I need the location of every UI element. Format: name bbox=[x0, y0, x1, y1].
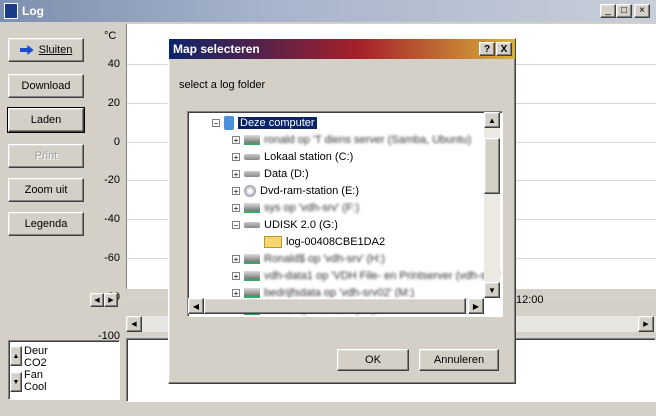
cancel-button-label: Annuleren bbox=[433, 354, 485, 366]
y-tick-label: 40 bbox=[107, 58, 120, 70]
window-title: Log bbox=[22, 4, 44, 18]
minimize-button[interactable]: _ bbox=[600, 4, 616, 18]
close-button-label: Sluiten bbox=[38, 44, 73, 56]
tree-item-label: UDISK 2.0 (G:) bbox=[264, 218, 338, 231]
close-button[interactable]: Sluiten bbox=[8, 38, 84, 62]
tree-item[interactable]: + Dvd-ram-station (E:) bbox=[232, 182, 359, 199]
tree-hscroll-thumb[interactable] bbox=[204, 298, 466, 314]
y-tick-label: -20 bbox=[104, 174, 120, 187]
tree-item-label: ronald op 'T diens server (Samba, Ubuntu… bbox=[264, 133, 472, 146]
drive-icon bbox=[244, 170, 260, 177]
folder-select-dialog: Map selecteren ? X select a log folder −… bbox=[168, 38, 516, 384]
tree-item-label: Dvd-ram-station (E:) bbox=[260, 184, 360, 197]
tree-item-label: Ronald$ op 'vdh-srv' (H:) bbox=[264, 252, 385, 265]
dialog-title: Map selecteren bbox=[173, 42, 260, 56]
tree-item-label: sys op 'vdh-srv' (F:) bbox=[264, 201, 360, 214]
y-tick-label: -40 bbox=[104, 213, 120, 226]
load-button-label: Laden bbox=[30, 114, 62, 126]
legend-button[interactable]: Legenda bbox=[8, 212, 84, 236]
tree-item-label: vdh-data1 op 'VDH File- en Printserver (… bbox=[264, 269, 502, 282]
expand-icon[interactable]: + bbox=[232, 288, 240, 297]
expand-icon[interactable]: + bbox=[232, 254, 240, 263]
expand-icon[interactable]: + bbox=[232, 271, 240, 280]
expand-icon[interactable]: + bbox=[232, 186, 240, 195]
print-button-label: Print bbox=[34, 150, 58, 162]
tree-item[interactable]: + ronald op 'T diens server (Samba, Ubunt… bbox=[232, 131, 471, 148]
dialog-prompt: select a log folder bbox=[179, 79, 266, 91]
tree-vertical-scrollbar[interactable]: ▲ ▼ bbox=[484, 112, 500, 298]
computer-icon bbox=[224, 115, 234, 130]
tree-item-label: log-00408CBE1DA2 bbox=[286, 235, 386, 248]
x-axis-tick: 12:00 bbox=[516, 294, 544, 306]
legend-item[interactable]: Cool bbox=[24, 381, 47, 393]
legend-scroll-down-button[interactable]: ▼ bbox=[10, 372, 22, 392]
tree-item[interactable]: + Ronald$ op 'vdh-srv' (H:) bbox=[232, 250, 385, 267]
legend-item[interactable]: CO2 bbox=[24, 357, 47, 369]
drive-icon bbox=[244, 221, 260, 228]
folder-tree[interactable]: − Deze computer + ronald op 'T diens server… bbox=[187, 111, 503, 317]
close-window-button[interactable]: × bbox=[634, 4, 650, 18]
tree-horizontal-scrollbar[interactable]: ◀ ▶ bbox=[188, 298, 484, 314]
load-button[interactable]: Laden bbox=[7, 107, 85, 133]
drive-icon bbox=[244, 153, 260, 160]
cancel-button[interactable]: Annuleren bbox=[419, 349, 499, 371]
tree-item[interactable]: + Data (D:) bbox=[232, 165, 309, 182]
network-icon bbox=[244, 253, 260, 264]
maximize-button[interactable]: □ bbox=[616, 4, 632, 18]
expand-icon[interactable]: + bbox=[232, 135, 240, 144]
app-icon bbox=[4, 3, 18, 19]
scroll-left-button[interactable]: ◀ bbox=[126, 316, 142, 332]
print-button[interactable]: Print bbox=[8, 144, 84, 168]
network-icon bbox=[244, 287, 260, 298]
download-button-label: Download bbox=[21, 80, 71, 92]
expand-icon[interactable]: + bbox=[232, 152, 240, 161]
legend-item[interactable]: Fan bbox=[24, 369, 43, 381]
help-button[interactable]: ? bbox=[479, 42, 495, 56]
folder-icon bbox=[264, 235, 282, 248]
ok-button-label: OK bbox=[365, 354, 381, 366]
network-icon bbox=[244, 134, 260, 145]
scroll-right-small-button[interactable]: ▶ bbox=[104, 293, 118, 307]
y-axis-unit: °C bbox=[104, 30, 117, 42]
y-tick-label: 0 bbox=[113, 135, 120, 148]
network-icon bbox=[244, 270, 260, 281]
tree-scroll-thumb[interactable] bbox=[484, 138, 500, 194]
collapse-icon[interactable]: − bbox=[232, 220, 240, 229]
tree-item-label: Lokaal station (C:) bbox=[264, 150, 354, 163]
tree-item[interactable]: − UDISK 2.0 (G:) bbox=[232, 216, 338, 233]
legend-button-label: Legenda bbox=[24, 218, 68, 230]
y-tick-label: -60 bbox=[104, 252, 120, 264]
tree-item[interactable]: log-00408CBE1DA2 bbox=[264, 233, 385, 250]
tree-scroll-right-button[interactable]: ▶ bbox=[468, 298, 484, 314]
dialog-close-button[interactable]: X bbox=[496, 42, 512, 56]
expand-icon[interactable]: + bbox=[232, 203, 240, 212]
tree-item[interactable]: + Lokaal station (C:) bbox=[232, 148, 353, 165]
tree-item[interactable]: + sys op 'vdh-srv' (F:) bbox=[232, 199, 359, 216]
zoom-out-button-label: Zoom uit bbox=[24, 184, 68, 196]
window-title-bar[interactable]: Log _ □ × bbox=[0, 0, 656, 22]
tree-item[interactable]: + vdh-data1 op 'VDH File- en Printserver … bbox=[232, 267, 501, 284]
tree-item-label: bedrijfsdata op 'vdh-srv02' (M:) bbox=[264, 286, 415, 299]
network-icon bbox=[244, 202, 260, 213]
cd-icon bbox=[244, 184, 256, 197]
exit-arrow-icon bbox=[19, 45, 34, 55]
zoom-out-button[interactable]: Zoom uit bbox=[8, 178, 84, 202]
ok-button[interactable]: OK bbox=[337, 349, 409, 371]
scroll-left-small-button[interactable]: ◀ bbox=[90, 293, 104, 307]
collapse-icon[interactable]: − bbox=[212, 118, 220, 127]
download-button[interactable]: Download bbox=[8, 74, 84, 98]
legend-scroll-up-button[interactable]: ▲ bbox=[10, 346, 22, 366]
tree-item-label: Data (D:) bbox=[264, 167, 309, 180]
tree-scroll-down-button[interactable]: ▼ bbox=[484, 282, 500, 298]
tree-item[interactable]: − Deze computer bbox=[212, 114, 317, 131]
legend-item[interactable]: Deur bbox=[24, 345, 48, 357]
expand-icon[interactable]: + bbox=[232, 169, 240, 178]
tree-scroll-left-button[interactable]: ◀ bbox=[188, 298, 204, 314]
scroll-right-button[interactable]: ▶ bbox=[638, 316, 654, 332]
tree-scroll-up-button[interactable]: ▲ bbox=[484, 112, 500, 128]
y-tick-label: 20 bbox=[107, 96, 120, 109]
dialog-title-bar[interactable]: Map selecteren ? X bbox=[169, 39, 515, 59]
tree-item-label: Deze computer bbox=[238, 116, 317, 129]
